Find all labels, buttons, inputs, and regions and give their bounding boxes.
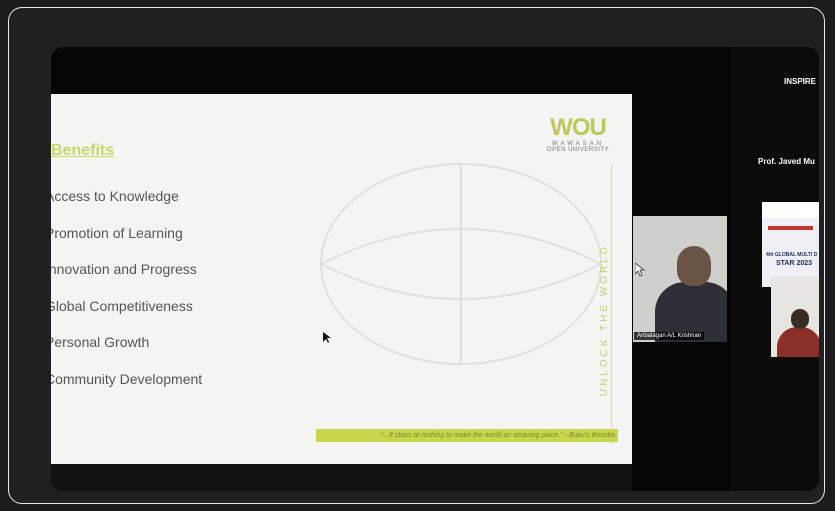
slide-title: Benefits — [51, 142, 115, 159]
second-participant-tile[interactable] — [771, 277, 819, 357]
meeting-stage: Benefits Access to Knowledge Promotion o… — [51, 47, 819, 491]
poster-line1: 4th GLOBAL MULTI D — [766, 252, 818, 258]
poster-header-band — [762, 202, 819, 218]
poster-red-stripe — [768, 226, 813, 230]
shared-slide: Benefits Access to Knowledge Promotion o… — [51, 94, 632, 464]
globe-watermark-icon — [320, 163, 602, 365]
quote-banner: "...It stops at nothing to make the worl… — [316, 429, 618, 442]
bullet-item: Community Development — [51, 370, 203, 387]
window-frame: Benefits Access to Knowledge Promotion o… — [8, 7, 825, 504]
mouse-cursor-icon — [323, 332, 331, 343]
participant-head — [677, 246, 711, 286]
bullet-item: Personal Growth — [51, 334, 150, 350]
conference-poster: 4th GLOBAL MULTI D STAR 2023 — [762, 202, 819, 287]
speaker-name: Prof. Javed Mu — [758, 157, 815, 166]
logo-line2: OPEN UNIVERSITY — [546, 147, 610, 153]
pointer-arrow-icon — [635, 263, 645, 277]
second-participant-head — [791, 309, 809, 329]
logo-mark: WOU — [550, 114, 607, 141]
slide-bottom-bar — [51, 464, 632, 491]
right-panel-title: INSPIRE — [784, 77, 817, 86]
poster-line2: STAR 2023 — [776, 260, 813, 267]
unlock-the-world-text: UNLOCK THE WORLD — [599, 244, 610, 397]
wou-logo: WOU WAWASAN OPEN UNIVERSITY — [538, 114, 618, 154]
bullet-item: Promotion of Learning — [51, 224, 183, 241]
participant-name-label: Anbalagan A/L Krishnan — [634, 332, 705, 340]
bullet-item: Access to Knowledge — [51, 188, 179, 204]
bullet-item: Global Competitiveness — [51, 297, 193, 314]
slide-divider — [611, 164, 612, 444]
second-participant-body — [777, 327, 819, 357]
bullet-item: Innovation and Progress — [51, 261, 197, 277]
participant-video-tile[interactable]: Anbalagan A/L Krishnan — [633, 216, 727, 342]
bullet-list: Access to Knowledge Promotion of Learnin… — [51, 186, 202, 405]
